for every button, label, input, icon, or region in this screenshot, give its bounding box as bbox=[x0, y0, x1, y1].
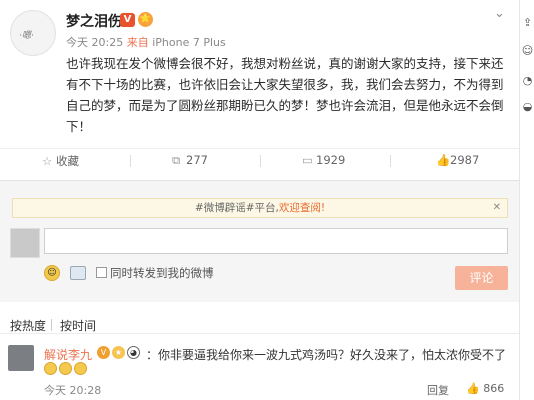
divider bbox=[130, 155, 131, 167]
repost-checkbox[interactable] bbox=[96, 267, 107, 278]
notice-text: #微博辟谣#平台, bbox=[194, 202, 279, 214]
verified-badge-icon: V bbox=[97, 346, 110, 359]
divider bbox=[51, 319, 52, 331]
comment-time: 今天 20:28 bbox=[44, 384, 102, 397]
commenter-name[interactable]: 解说李九 bbox=[44, 346, 92, 363]
like-button[interactable]: 👍2987 bbox=[436, 153, 479, 167]
repost-button[interactable]: ⧉ 277 bbox=[172, 153, 208, 168]
panda-badge-icon: ◕ bbox=[127, 346, 140, 359]
image-icon[interactable] bbox=[70, 266, 86, 280]
weibo-post-panel: ·嗯· 梦之泪伤 V ⭐ ⌄ 今天 20:25 来自 iPhone 7 Plus… bbox=[0, 0, 519, 400]
thumbs-up-icon: 👍 bbox=[436, 153, 451, 167]
my-avatar bbox=[10, 228, 40, 258]
emoji-icon[interactable]: ☺ bbox=[44, 265, 60, 281]
emoji-face-icon bbox=[59, 362, 72, 375]
right-sidebar-strip: ⇪ ☺ ◔ ◒ bbox=[519, 0, 534, 400]
notice-link[interactable]: 欢迎查阅! bbox=[279, 202, 325, 214]
comment-sort-tabs: 按热度 按时间 bbox=[0, 306, 519, 334]
repost-checkbox-label: 同时转发到我的微博 bbox=[110, 266, 214, 280]
source-device[interactable]: iPhone 7 Plus bbox=[152, 36, 226, 49]
divider bbox=[260, 155, 261, 167]
reply-button[interactable]: 回复 bbox=[427, 382, 449, 398]
tab-hot[interactable]: 按热度 bbox=[10, 317, 46, 334]
tab-time[interactable]: 按时间 bbox=[60, 317, 96, 334]
source-prefix: 来自 bbox=[126, 36, 149, 49]
author-name[interactable]: 梦之泪伤 bbox=[66, 11, 122, 31]
star-icon: ☆ bbox=[42, 154, 53, 168]
repost-icon: ⧉ bbox=[172, 153, 181, 167]
comment-button[interactable]: ▭ 1929 bbox=[302, 153, 345, 167]
divider bbox=[390, 155, 391, 167]
comment-like-count: 866 bbox=[483, 382, 505, 395]
emoji-face-icon bbox=[44, 362, 57, 375]
post-text: 也许我现在发个微博会很不好，我想对粉丝说，真的谢谢大家的支持，接下来还有不下十场… bbox=[66, 56, 504, 134]
favorite-label: 收藏 bbox=[56, 154, 79, 168]
avatar-signature: ·嗯· bbox=[19, 31, 34, 41]
share-icon[interactable]: ⇪ bbox=[521, 16, 534, 29]
comment-count: 1929 bbox=[316, 153, 346, 167]
comment-text: ：你非要逼我给你来一波九式鸡汤吗？好久没来了，怕太浓你受不了 bbox=[146, 348, 507, 362]
comment-input[interactable] bbox=[44, 228, 508, 254]
level-badge-icon: ⭐ bbox=[138, 12, 153, 27]
comment-like-button[interactable]: 👍 866 bbox=[466, 382, 504, 395]
verified-badge-icon: V bbox=[120, 13, 135, 27]
emoji-face-icon bbox=[74, 362, 87, 375]
repost-count: 277 bbox=[186, 153, 208, 167]
comment-icon: ▭ bbox=[302, 153, 313, 167]
submit-comment-button[interactable]: 评论 bbox=[455, 266, 508, 290]
like-count: 2987 bbox=[450, 153, 480, 167]
post-meta: 今天 20:25 来自 iPhone 7 Plus bbox=[66, 34, 226, 50]
author-avatar[interactable]: ·嗯· bbox=[10, 10, 56, 56]
post-time[interactable]: 今天 20:25 bbox=[66, 36, 123, 49]
thumbs-up-icon: 👍 bbox=[466, 382, 480, 395]
commenter-avatar[interactable] bbox=[8, 345, 34, 371]
favorite-button[interactable]: ☆ 收藏 bbox=[42, 153, 79, 169]
rumor-notice: #微博辟谣#平台,欢迎查阅! ✕ bbox=[12, 198, 508, 218]
more-chevron-down-icon[interactable]: ⌄ bbox=[494, 6, 505, 21]
action-bar: ☆ 收藏 ⧉ 277 ▭ 1929 👍2987 bbox=[0, 148, 519, 172]
bird-icon[interactable]: ◔ bbox=[521, 74, 534, 87]
face-icon[interactable]: ☺ bbox=[521, 44, 534, 57]
close-icon[interactable]: ✕ bbox=[493, 199, 501, 217]
blob-icon[interactable]: ◒ bbox=[521, 100, 534, 113]
level-badge-icon: ★ bbox=[112, 346, 125, 359]
comment-emojis bbox=[44, 362, 89, 375]
